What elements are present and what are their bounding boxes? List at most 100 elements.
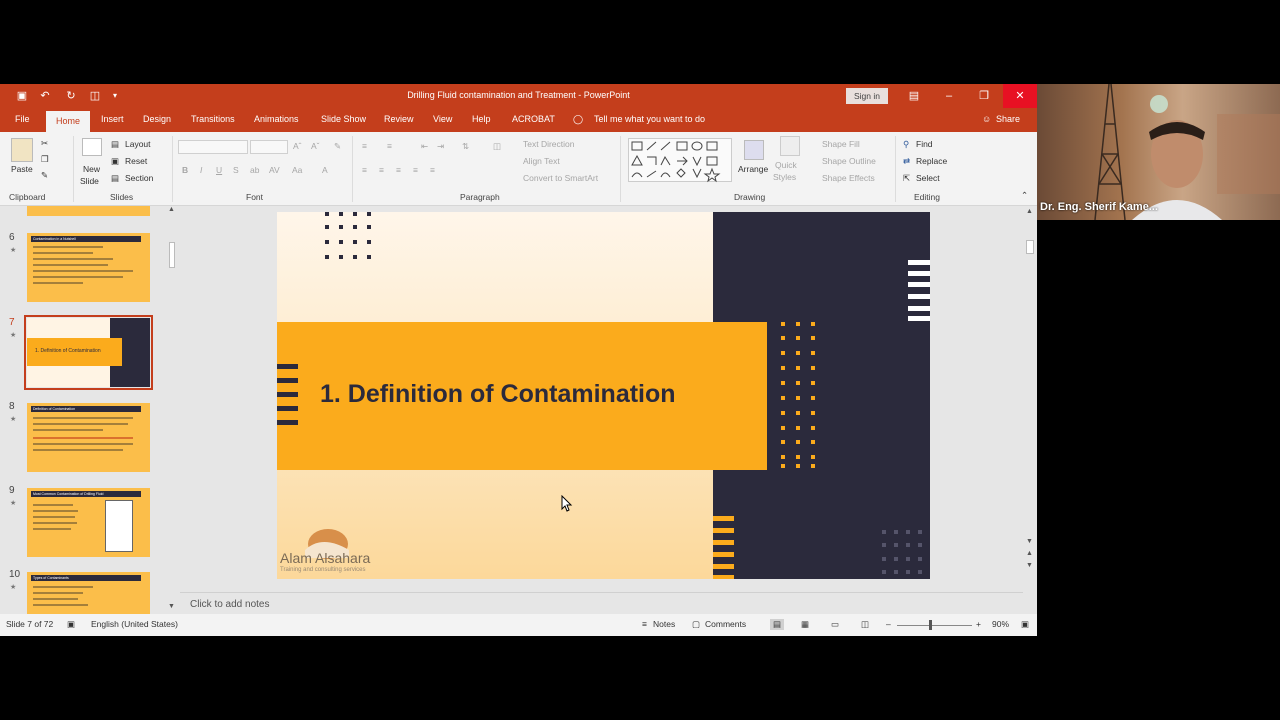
slide-canvas[interactable]: 1. Definition of Contamination Alam Alsa… (277, 212, 930, 579)
underline-icon[interactable]: U (216, 165, 222, 175)
strikethrough-icon[interactable]: ab (250, 165, 259, 175)
share-icon[interactable]: ☺ (982, 114, 991, 124)
change-case-icon[interactable]: Aa (292, 165, 302, 175)
clear-formatting-icon[interactable]: ✎ (334, 141, 341, 152)
tab-home[interactable]: Home (46, 111, 90, 132)
shadow-icon[interactable]: S (233, 165, 239, 175)
justify-icon[interactable]: ≡ (413, 165, 418, 175)
ribbon-display-options-icon[interactable]: ▤ (897, 84, 931, 108)
align-center-icon[interactable]: ≡ (379, 165, 384, 175)
zoom-level[interactable]: 90% (992, 619, 1009, 629)
scroll-up-icon[interactable]: ▲ (168, 206, 175, 213)
comments-button[interactable]: Comments (705, 619, 746, 629)
zoom-in-icon[interactable]: + (976, 619, 981, 629)
shape-effects-button[interactable]: Shape Effects (822, 173, 875, 183)
normal-view-icon[interactable]: ▤ (770, 619, 785, 630)
zoom-slider[interactable] (897, 625, 972, 626)
fit-to-window-icon[interactable]: ▣ (1021, 619, 1029, 630)
slide-show-icon[interactable]: ◫ (861, 619, 869, 630)
paste-icon[interactable] (11, 138, 33, 162)
decrease-font-icon[interactable]: Aˇ (311, 141, 320, 151)
slide-thumbnail-partial[interactable] (27, 206, 150, 216)
layout-button[interactable]: Layout (125, 139, 151, 149)
language-indicator[interactable]: English (United States) (91, 619, 178, 629)
tab-slide-show[interactable]: Slide Show (321, 114, 366, 124)
align-left-icon[interactable]: ≡ (362, 165, 367, 175)
columns-icon[interactable]: ◫ (493, 141, 501, 152)
new-slide-button[interactable]: New (83, 164, 100, 174)
line-spacing-icon[interactable]: ⇅ (462, 141, 469, 152)
restore-icon[interactable]: ❐ (967, 84, 1001, 108)
font-family-dropdown[interactable] (178, 140, 248, 154)
share-button[interactable]: Share (996, 114, 1020, 124)
reset-button[interactable]: Reset (125, 156, 147, 166)
find-button[interactable]: Find (916, 139, 933, 149)
reading-view-icon[interactable]: ▭ (831, 619, 839, 630)
slide-sorter-icon[interactable]: ▦ (801, 619, 809, 630)
quick-styles-button-line2[interactable]: Styles (773, 172, 796, 182)
decrease-indent-icon[interactable]: ⇤ (421, 141, 428, 152)
bullets-icon[interactable]: ≡ (362, 141, 367, 151)
zoom-slider-thumb[interactable] (929, 620, 932, 630)
select-button[interactable]: Select (916, 173, 940, 183)
collapse-ribbon-icon[interactable]: ⌃ (1021, 190, 1028, 201)
tab-acrobat[interactable]: ACROBAT (512, 114, 555, 124)
notes-placeholder[interactable]: Click to add notes (190, 599, 270, 610)
spell-check-icon[interactable]: ▣ (67, 619, 75, 630)
shape-fill-button[interactable]: Shape Fill (822, 139, 860, 149)
format-painter-icon[interactable]: ✎ (41, 170, 48, 181)
tab-animations[interactable]: Animations (254, 114, 299, 124)
tab-review[interactable]: Review (384, 114, 414, 124)
slide-title[interactable]: 1. Definition of Contamination (320, 380, 676, 409)
replace-button[interactable]: Replace (916, 156, 947, 166)
cut-icon[interactable]: ✂ (41, 138, 48, 149)
tab-insert[interactable]: Insert (101, 114, 124, 124)
section-button[interactable]: Section (125, 173, 153, 183)
tab-design[interactable]: Design (143, 114, 171, 124)
new-slide-icon[interactable] (82, 138, 102, 156)
font-size-dropdown[interactable] (250, 140, 288, 154)
numbering-icon[interactable]: ≡ (387, 141, 392, 151)
copy-icon[interactable]: ❐ (41, 154, 49, 165)
slide-thumbnail-8[interactable]: Definition of Contamination (27, 403, 150, 472)
font-color-icon[interactable]: A (322, 165, 328, 175)
notes-toggle-icon[interactable]: ≡ (642, 619, 647, 629)
tab-view[interactable]: View (433, 114, 452, 124)
align-text-button[interactable]: Align Text (523, 156, 560, 166)
scrollbar-thumb[interactable] (169, 242, 175, 268)
thumbnail-scrollbar[interactable]: ▲ ▼ (166, 206, 178, 614)
quick-styles-button[interactable]: Quick (775, 160, 797, 170)
scrollbar-thumb[interactable] (1026, 240, 1034, 254)
shape-outline-button[interactable]: Shape Outline (822, 156, 876, 166)
slide-thumbnail-9[interactable]: Most Common Contamination of Drilling Fl… (27, 488, 150, 557)
previous-slide-icon[interactable]: ▲ (1026, 550, 1033, 557)
zoom-out-icon[interactable]: – (886, 619, 891, 629)
text-direction-button[interactable]: Text Direction (523, 139, 575, 149)
new-slide-button-line2[interactable]: Slide (80, 176, 99, 186)
slide-thumbnail-7[interactable]: 1. Definition of Contamination (24, 315, 153, 390)
tell-me-search[interactable]: Tell me what you want to do (594, 114, 705, 124)
slide-thumbnail-6[interactable]: Contamination in a Nutshell (27, 233, 150, 302)
increase-font-icon[interactable]: Aˆ (293, 141, 302, 151)
tab-file[interactable]: File (15, 114, 30, 124)
align-right-icon[interactable]: ≡ (396, 165, 401, 175)
scroll-down-icon[interactable]: ▼ (168, 603, 175, 610)
slide-thumbnail-10[interactable]: Types of Contaminants (27, 572, 150, 614)
comments-icon[interactable]: ▢ (692, 619, 700, 630)
scroll-down-icon[interactable]: ▼ (1026, 538, 1033, 545)
notes-pane[interactable]: Click to add notes (180, 592, 1023, 614)
bold-icon[interactable]: B (182, 165, 188, 175)
tab-transitions[interactable]: Transitions (191, 114, 235, 124)
italic-icon[interactable]: I (200, 165, 202, 175)
notes-toggle-button[interactable]: Notes (653, 619, 675, 629)
distributed-icon[interactable]: ≡ (430, 165, 435, 175)
arrange-icon[interactable] (744, 140, 764, 160)
minimize-icon[interactable]: – (932, 84, 966, 108)
quick-styles-icon[interactable] (780, 136, 800, 156)
shapes-gallery[interactable] (628, 138, 732, 183)
tab-help[interactable]: Help (472, 114, 491, 124)
slide-scrollbar[interactable]: ▲ ▼ ▲ ▼ (1023, 206, 1037, 592)
close-icon[interactable]: ✕ (1003, 84, 1037, 108)
sign-in-button[interactable]: Sign in (846, 88, 888, 104)
paste-button[interactable]: Paste (11, 164, 33, 174)
